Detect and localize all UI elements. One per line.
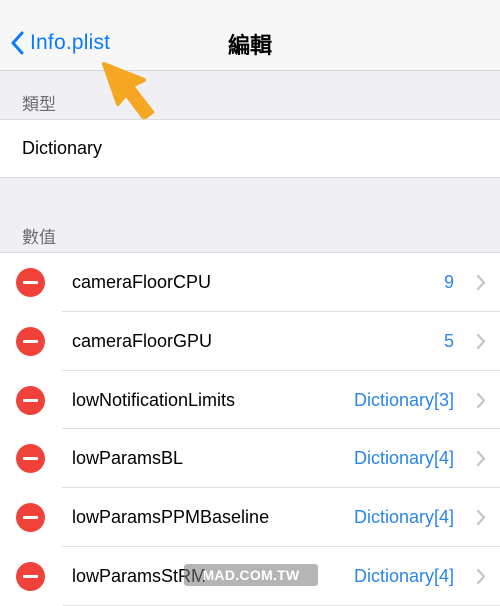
list-item[interactable]: lowParamsBL Dictionary[4] — [0, 429, 500, 488]
row-key: lowParamsBL — [72, 448, 184, 469]
values-section-header: 數值 — [22, 228, 56, 247]
chevron-right-icon — [476, 568, 486, 590]
navigation-bar: Info.plist 編輯 — [0, 0, 500, 71]
chevron-right-icon — [476, 450, 486, 472]
row-value: Dictionary[3] — [353, 389, 454, 410]
list-item[interactable]: cameraFloorCPU 9 — [0, 253, 500, 312]
type-value: Dictionary — [22, 138, 103, 158]
type-section-header: 類型 — [22, 95, 56, 114]
row-key: lowNotificationLimits — [72, 389, 236, 410]
delete-button[interactable] — [16, 268, 45, 297]
chevron-right-icon — [476, 274, 486, 296]
row-key: cameraFloorGPU — [72, 330, 213, 351]
row-key: cameraFloorCPU — [72, 272, 212, 292]
delete-button[interactable] — [16, 561, 45, 591]
values-list: cameraFloorCPU 9 cameraFloorGPU 5 lowNot… — [0, 252, 500, 606]
row-value: Dictionary[4] — [353, 565, 454, 586]
delete-button[interactable] — [16, 326, 45, 356]
delete-button[interactable] — [16, 503, 45, 533]
list-item[interactable]: lowNotificationLimits Dictionary[3] — [0, 371, 500, 430]
page-title: 編輯 — [227, 33, 272, 58]
chevron-right-icon — [476, 392, 486, 414]
delete-button[interactable] — [16, 444, 45, 474]
row-value: 5 — [443, 330, 454, 351]
row-key: lowParamsPPMBaseline — [72, 507, 270, 528]
list-item[interactable]: lowParamsPPMBaseline Dictionary[4] — [0, 488, 500, 547]
row-value: 9 — [443, 272, 454, 292]
row-value: Dictionary[4] — [353, 507, 454, 528]
chevron-right-icon — [476, 509, 486, 531]
watermark: MAD.COM.TW — [184, 564, 318, 586]
delete-button[interactable] — [16, 385, 45, 415]
list-item[interactable]: cameraFloorGPU 5 — [0, 312, 500, 371]
type-cell[interactable]: Dictionary — [0, 119, 500, 178]
row-value: Dictionary[4] — [353, 448, 454, 469]
chevron-right-icon — [476, 333, 486, 355]
